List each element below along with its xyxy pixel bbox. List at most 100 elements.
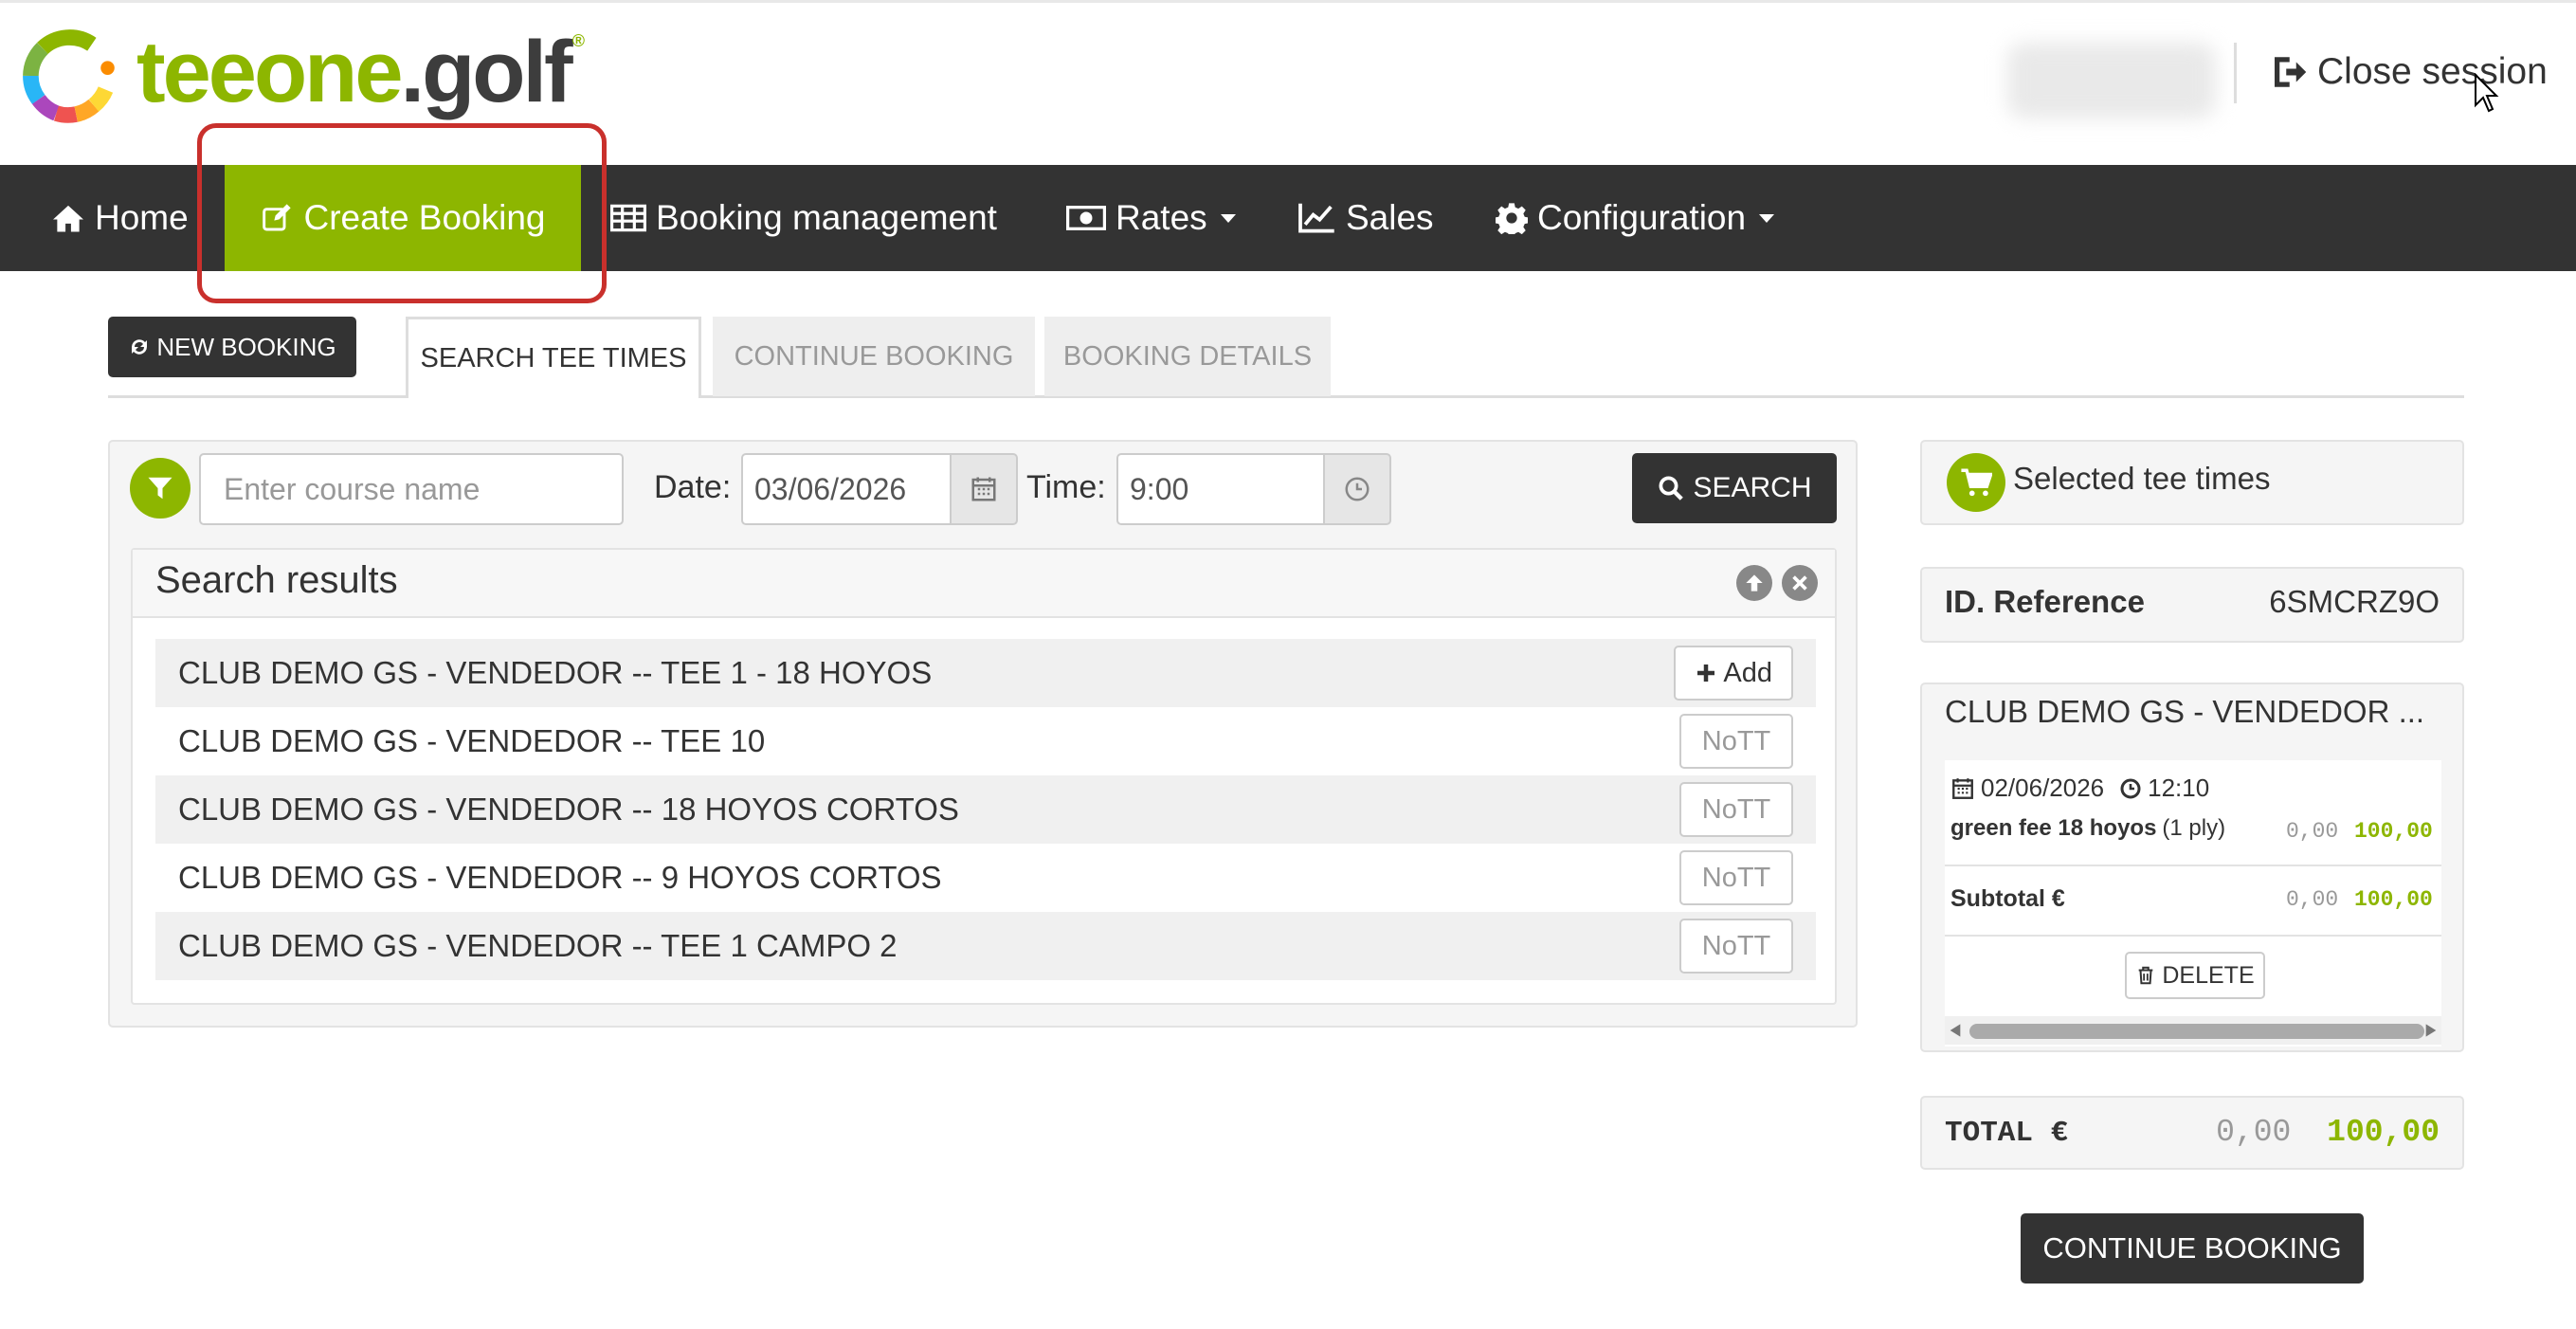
result-course-name: CLUB DEMO GS - VENDEDOR -- TEE 1 CAMPO 2 — [178, 928, 898, 963]
no-tee-time-badge: NoTT — [1679, 714, 1793, 769]
collapse-button[interactable] — [1736, 565, 1772, 601]
home-icon — [53, 205, 83, 232]
new-booking-button[interactable]: NEW BOOKING — [108, 317, 356, 377]
divider — [1945, 935, 2441, 937]
booking-date: 02/06/2026 — [1981, 774, 2105, 802]
search-results-header: Search results — [133, 550, 1835, 618]
tab-booking-details[interactable]: BOOKING DETAILS — [1044, 317, 1331, 396]
plus-icon — [1697, 664, 1715, 682]
nav-item-home[interactable]: Home — [51, 165, 189, 271]
booking-time: 12:10 — [2148, 774, 2210, 802]
search-results-panel: Search results CLUB DEMO GS - VENDEDOR -… — [131, 548, 1837, 1005]
nav-item-booking-management[interactable]: Booking management — [610, 165, 997, 271]
user-name-blurred — [2007, 43, 2216, 118]
time-input[interactable]: 9:00 — [1116, 453, 1325, 525]
tab-search-tee-times[interactable]: SEARCH TEE TIMES — [406, 317, 701, 398]
divider — [1945, 865, 2441, 866]
result-row: CLUB DEMO GS - VENDEDOR -- 9 HOYOS CORTO… — [155, 844, 1816, 912]
search-icon — [1659, 476, 1684, 501]
calendar-icon — [971, 477, 996, 501]
close-results-button[interactable] — [1782, 565, 1818, 601]
add-button[interactable]: Add — [1674, 646, 1793, 701]
table-icon — [610, 204, 646, 232]
time-picker-button[interactable] — [1323, 453, 1391, 525]
subtotal-discount: 0,00 — [2286, 887, 2339, 912]
total-label: TOTAL € — [1945, 1117, 2069, 1150]
time-label: Time: — [1026, 469, 1106, 505]
search-button[interactable]: SEARCH — [1632, 453, 1837, 523]
booking-item-detail: 02/06/2026 12:10 green fee 18 hoyos (1 p… — [1945, 760, 2441, 1047]
refresh-icon — [132, 339, 148, 355]
highlight-annotation-create-booking — [197, 123, 607, 303]
clock-icon — [1345, 477, 1370, 501]
date-input[interactable]: 03/06/2026 — [741, 453, 952, 525]
close-session-label: Close session — [2317, 51, 2548, 92]
total-box: TOTAL € 0,00 100,00 — [1920, 1096, 2464, 1170]
subtotal-price: 100,00 — [2354, 887, 2433, 912]
trash-icon — [2139, 966, 2153, 985]
arrow-up-icon — [1746, 574, 1763, 592]
selected-tee-times-title: Selected tee times — [2013, 461, 2271, 496]
close-session-link[interactable]: Close session — [2268, 46, 2548, 98]
chevron-down-icon — [1759, 213, 1775, 223]
result-row: CLUB DEMO GS - VENDEDOR -- TEE 1 CAMPO 2… — [155, 912, 1816, 980]
no-tee-time-badge: NoTT — [1679, 919, 1793, 974]
logo-text: teeone.golf ® — [136, 24, 585, 120]
chevron-down-icon — [1220, 213, 1236, 223]
green-fee-price: 100,00 — [2354, 819, 2433, 844]
filter-button[interactable] — [130, 458, 190, 519]
scrollbar-thumb[interactable] — [1969, 1024, 2424, 1039]
mouse-cursor-icon — [2475, 73, 2499, 113]
subtotal-label: Subtotal € — [1950, 885, 2065, 912]
nav-item-sales[interactable]: Sales — [1297, 165, 1434, 271]
nav-item-rates[interactable]: Rates — [1066, 165, 1236, 271]
selected-tee-times-header: Selected tee times — [1920, 440, 2464, 525]
green-fee-line: green fee 18 hoyos (1 ply) — [1950, 815, 2225, 842]
horizontal-scrollbar[interactable] — [1945, 1016, 2441, 1045]
result-course-name: CLUB DEMO GS - VENDEDOR -- 9 HOYOS CORTO… — [178, 860, 942, 895]
line-chart-icon — [1298, 203, 1334, 233]
total-price: 100,00 — [2327, 1115, 2440, 1150]
logo-ring-icon — [23, 29, 115, 123]
result-row: CLUB DEMO GS - VENDEDOR -- 18 HOYOS CORT… — [155, 775, 1816, 844]
total-amounts: 0,00 100,00 — [2216, 1115, 2440, 1150]
scroll-right-icon[interactable] — [2424, 1023, 2438, 1038]
course-name-input[interactable] — [199, 453, 624, 525]
money-icon — [1066, 206, 1106, 230]
booking-item-card: CLUB DEMO GS - VENDEDOR ... 02/06/2026 1… — [1920, 683, 2464, 1052]
green-fee-discount: 0,00 — [2286, 819, 2339, 844]
result-course-name: CLUB DEMO GS - VENDEDOR -- TEE 1 - 18 HO… — [178, 655, 933, 690]
teeone-logo[interactable]: teeone.golf ® — [21, 24, 585, 128]
scroll-left-icon[interactable] — [1949, 1023, 1962, 1038]
total-discount: 0,00 — [2216, 1115, 2292, 1150]
logout-icon — [2275, 57, 2307, 87]
id-reference-label: ID. Reference — [1945, 584, 2145, 619]
clock-icon — [2120, 778, 2141, 798]
id-reference-box: ID. Reference 6SMCRZ9O — [1920, 567, 2464, 643]
search-results-list: CLUB DEMO GS - VENDEDOR -- TEE 1 - 18 HO… — [155, 639, 1816, 980]
calendar-icon — [1952, 777, 1973, 799]
result-row: CLUB DEMO GS - VENDEDOR -- TEE 1 - 18 HO… — [155, 639, 1816, 707]
result-course-name: CLUB DEMO GS - VENDEDOR -- TEE 10 — [178, 723, 766, 758]
filter-icon — [148, 477, 172, 500]
date-picker-button[interactable] — [950, 453, 1018, 525]
search-results-title: Search results — [155, 559, 398, 601]
green-fee-qty: (1 ply) — [2162, 815, 2226, 841]
result-row: CLUB DEMO GS - VENDEDOR -- TEE 10 NoTT — [155, 707, 1816, 775]
booking-club-name: CLUB DEMO GS - VENDEDOR ... — [1945, 694, 2425, 729]
no-tee-time-badge: NoTT — [1679, 782, 1793, 837]
delete-button[interactable]: DELETE — [2125, 952, 2265, 999]
result-course-name: CLUB DEMO GS - VENDEDOR -- 18 HOYOS CORT… — [178, 792, 959, 827]
header-divider — [2234, 43, 2237, 103]
nav-item-configuration[interactable]: Configuration — [1496, 165, 1775, 271]
tab-continue-booking[interactable]: CONTINUE BOOKING — [713, 317, 1035, 396]
booking-datetime: 02/06/2026 12:10 — [1950, 774, 2209, 803]
cart-badge — [1947, 453, 2005, 512]
date-label: Date: — [654, 469, 732, 505]
close-icon — [1792, 575, 1807, 591]
green-fee-label: green fee 18 hoyos — [1950, 815, 2157, 841]
gear-icon — [1496, 203, 1528, 234]
continue-booking-button[interactable]: CONTINUE BOOKING — [2021, 1213, 2364, 1283]
id-reference-value: 6SMCRZ9O — [2269, 584, 2440, 619]
cart-icon — [1961, 468, 1992, 497]
